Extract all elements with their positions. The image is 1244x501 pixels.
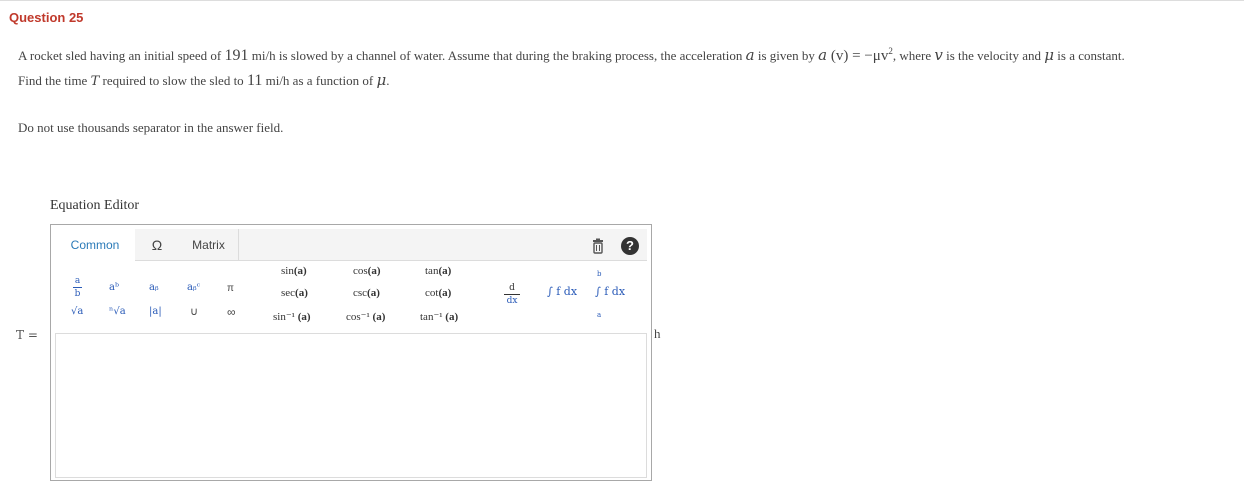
abs-button[interactable]: |a| [149,306,162,317]
pi-button[interactable]: π [227,283,234,294]
top-divider [0,0,1244,1]
tan-button[interactable]: tan(a) [425,265,451,277]
derivative-button[interactable]: d dx [504,283,520,306]
symbol-palette: ab aᵇ aᵦ aᵦᶜ π √a ⁿ√a |a| ∪ ∞ sin(a) cos… [55,262,647,332]
definite-integral-button[interactable]: ∫ f dx [595,285,625,298]
nthroot-button[interactable]: ⁿ√a [109,306,126,317]
question-line-1: A rocket sled having an initial speed of… [18,46,1125,64]
cos-button[interactable]: cos(a) [353,265,381,277]
tab-common[interactable]: Common [55,229,135,261]
tab-symbols[interactable]: Ω [135,229,179,261]
arctan-button[interactable]: tan⁻¹ (a) [420,310,458,323]
power-button[interactable]: aᵇ [109,282,119,293]
initial-speed: 191 [224,47,249,64]
arcsin-button[interactable]: sin⁻¹ (a) [273,310,311,323]
sqrt-button[interactable]: √a [71,306,83,317]
cot-button[interactable]: cot(a) [425,287,451,299]
fraction-button[interactable]: ab [73,276,82,299]
answer-input[interactable] [55,333,647,478]
question-line-2: Find the time T required to slow the sle… [18,71,390,89]
instruction-note: Do not use thousands separator in the an… [18,120,284,135]
unit-label: h [654,326,661,341]
sec-button[interactable]: sec(a) [281,287,308,299]
equation-editor-label: Equation Editor [50,198,140,213]
acceleration-formula: a (v) = −μv2 [818,46,893,64]
equation-editor: Common Ω Matrix ? ab aᵇ aᵦ aᵦᶜ π √a ⁿ√a … [50,224,652,481]
infinity-button[interactable]: ∞ [227,305,236,319]
answer-label: T = [16,328,38,342]
integral-lower-limit: a [597,311,602,319]
editor-tab-bar: Common Ω Matrix ? [55,229,647,261]
subscript-button[interactable]: aᵦ [149,282,159,293]
integral-upper-limit: b [597,270,602,278]
arccos-button[interactable]: cos⁻¹ (a) [346,310,385,323]
tab-matrix[interactable]: Matrix [179,229,239,261]
integral-button[interactable]: ∫ f dx [547,285,577,298]
final-speed: 11 [246,72,263,89]
question-title: Question 25 [9,10,84,25]
csc-button[interactable]: csc(a) [353,287,380,299]
help-icon[interactable]: ? [621,237,639,255]
trash-icon[interactable] [589,237,607,255]
subsup-button[interactable]: aᵦᶜ [187,282,200,293]
union-button[interactable]: ∪ [190,305,198,318]
sin-button[interactable]: sin(a) [281,265,307,277]
